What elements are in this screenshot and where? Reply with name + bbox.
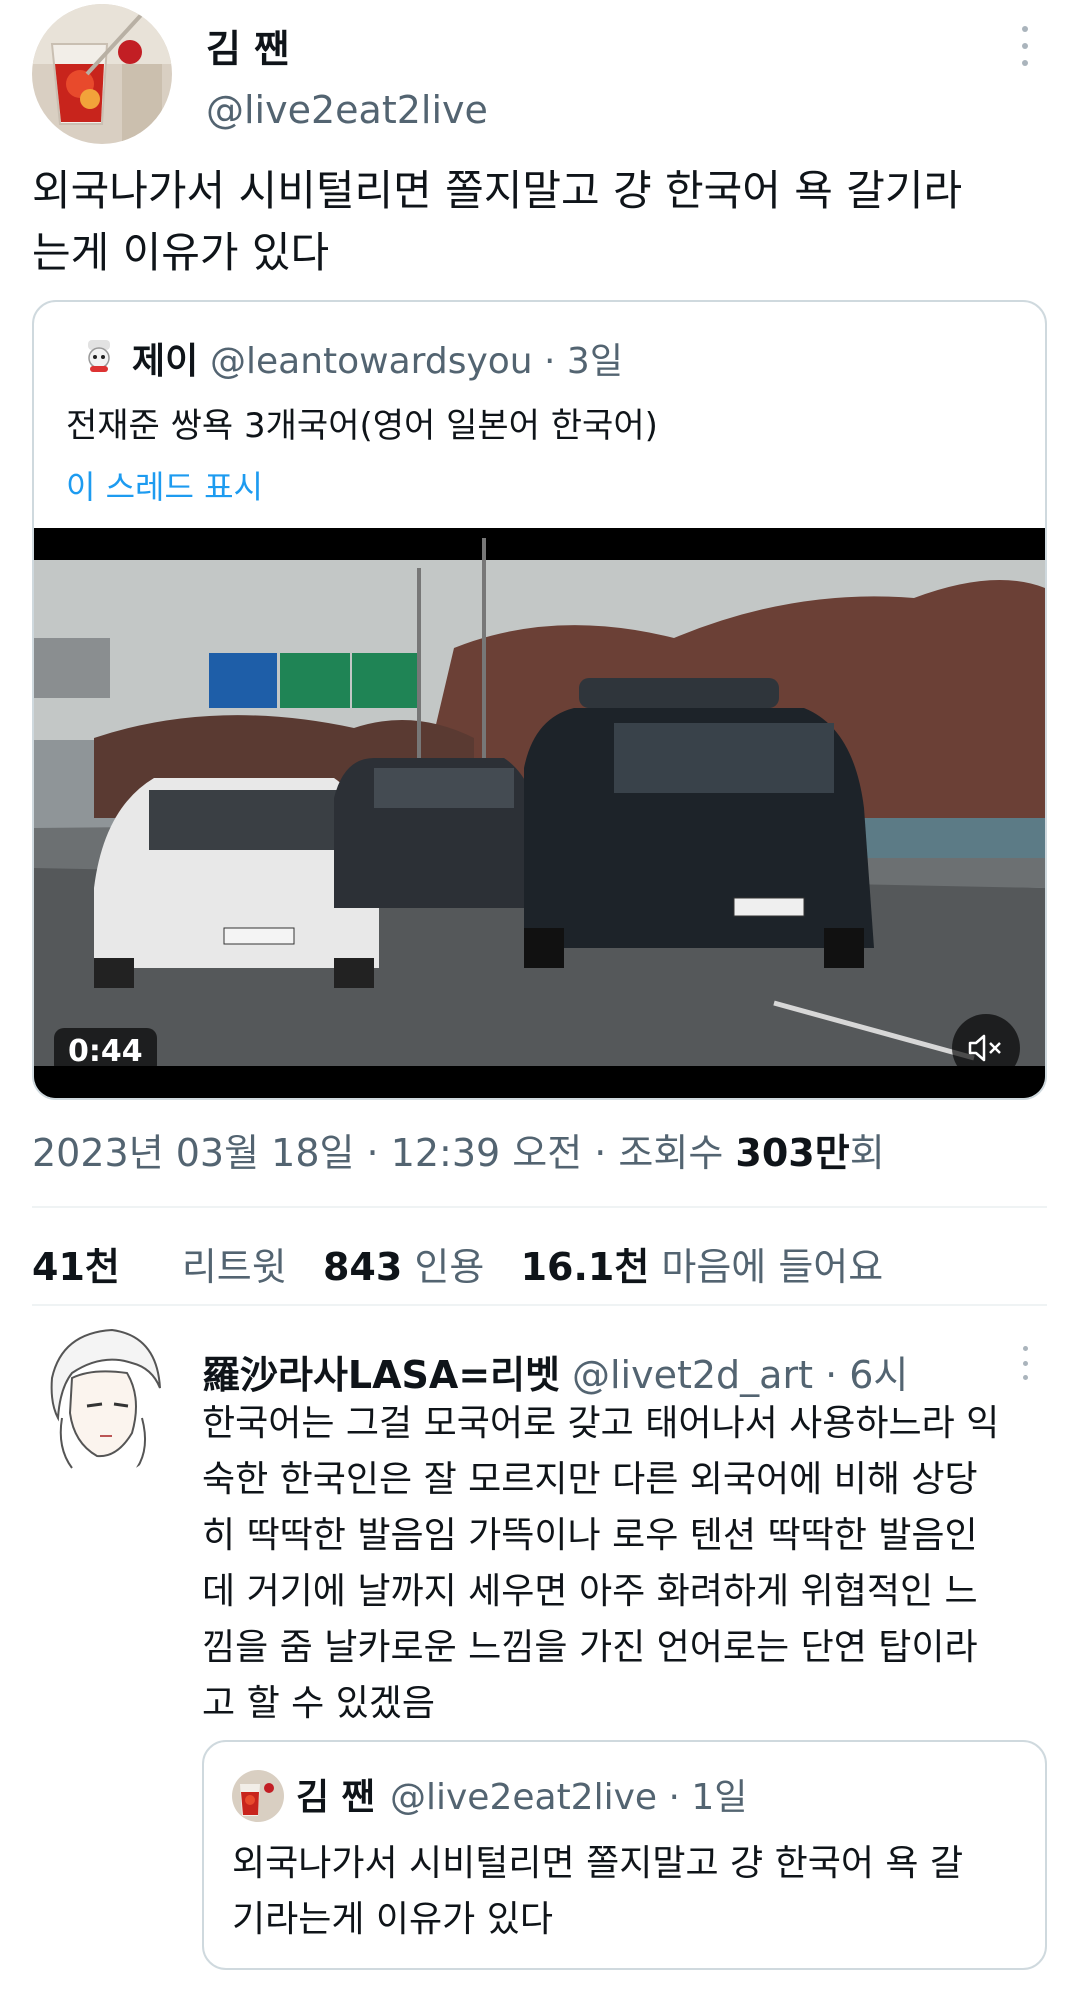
quoted-tweet-card[interactable]: 제이 @leantowardsyou · 3일 전재준 쌍욕 3개국어(영어 일… [32, 300, 1047, 1100]
quotes-label[interactable]: 인용 [414, 1245, 484, 1289]
reply-text-line: 고 할 수 있겠음 [202, 1683, 436, 1724]
tweet-stats: 41천 리트윗 843 인용 16.1천 마음에 들어요 [32, 1236, 883, 1291]
reply-quoted-display-name[interactable]: 김 짼 [296, 1768, 375, 1820]
reply-text-line: 데 거기에 날까지 세우면 아주 화려하게 위협적인 느 [202, 1571, 978, 1612]
user-handle[interactable]: @live2eat2live [206, 88, 488, 132]
divider [32, 1206, 1047, 1208]
likes-label[interactable]: 마음에 들어요 [661, 1245, 883, 1289]
tweet-text: 외국나가서 시비털리면 쫄지말고 걍 한국어 욕 갈기라 는게 이유가 있다 [32, 160, 1042, 284]
video-frame [34, 528, 1045, 1098]
reply-text-line: 히 딱딱한 발음임 가뜩이나 로우 텐션 딱딱한 발음인 [202, 1515, 978, 1556]
display-name[interactable]: 김 짼 [206, 18, 289, 73]
volume-mute-icon[interactable] [952, 1014, 1020, 1082]
avatar[interactable] [32, 4, 172, 144]
quoted-handle-time[interactable]: @leantowardsyou · 3일 [210, 332, 623, 384]
show-thread-link[interactable]: 이 스레드 표시 [66, 462, 263, 508]
quoted-avatar [76, 332, 122, 378]
tweet-text-line: 는게 이유가 있다 [32, 228, 330, 277]
views-count: 303만 [735, 1131, 850, 1175]
reply-more-options-icon[interactable] [1014, 1346, 1036, 1380]
reply-quoted-handle-time[interactable]: @live2eat2live · 1일 [390, 1768, 747, 1820]
reply-quoted-text: 외국나가서 시비털리면 쫄지말고 걍 한국어 욕 갈 기라는게 이유가 있다 [232, 1836, 1022, 1948]
reply-quoted-avatar [232, 1770, 284, 1822]
reply-quoted-text-line: 기라는게 이유가 있다 [232, 1899, 553, 1940]
reply-text-line: 한국어는 그걸 모국어로 갖고 태어나서 사용하느라 익 [202, 1403, 1000, 1444]
views-suffix: 회 [849, 1131, 885, 1175]
divider [32, 1304, 1047, 1306]
retweets-count[interactable]: 41천 [32, 1245, 120, 1289]
video-duration: 0:44 [54, 1028, 157, 1075]
quotes-count[interactable]: 843 [323, 1245, 402, 1289]
reply-handle-time[interactable]: @livet2d_art · 6시 [572, 1344, 908, 1399]
quoted-display-name[interactable]: 제이 [132, 332, 198, 384]
retweets-label[interactable]: 리트윗 [182, 1245, 287, 1289]
reply-text-line: 숙한 한국인은 잘 모르지만 다른 외국어에 비해 상당 [202, 1459, 978, 1500]
reply-text-line: 낌을 줌 날카로운 느낌을 가진 언어로는 단연 탑이라 [202, 1627, 978, 1668]
reply-display-name[interactable]: 羅沙라사LASA=리벳 [202, 1344, 560, 1399]
reply-quoted-tweet-card[interactable]: 김 짼 @live2eat2live · 1일 외국나가서 시비털리면 쫄지말고… [202, 1740, 1047, 1970]
more-options-icon[interactable] [1010, 26, 1040, 66]
tweet-timestamp[interactable]: 2023년 03월 18일 · 12:39 오전 · 조회수 [32, 1131, 735, 1175]
reply-text: 한국어는 그걸 모국어로 갖고 태어나서 사용하느라 익 숙한 한국인은 잘 모… [202, 1396, 1052, 1732]
tweet-text-line: 외국나가서 시비털리면 쫄지말고 걍 한국어 욕 갈기라 [32, 166, 963, 215]
video-player[interactable]: 0:44 [34, 528, 1045, 1098]
reply-avatar[interactable] [32, 1318, 172, 1478]
likes-count[interactable]: 16.1천 [521, 1245, 650, 1289]
tweet-timestamp-views[interactable]: 2023년 03월 18일 · 12:39 오전 · 조회수 303만회 [32, 1122, 885, 1177]
reply-quoted-text-line: 외국나가서 시비털리면 쫄지말고 걍 한국어 욕 갈 [232, 1843, 964, 1884]
quoted-tweet-text: 전재준 쌍욕 3개국어(영어 일본어 한국어) [66, 406, 658, 446]
